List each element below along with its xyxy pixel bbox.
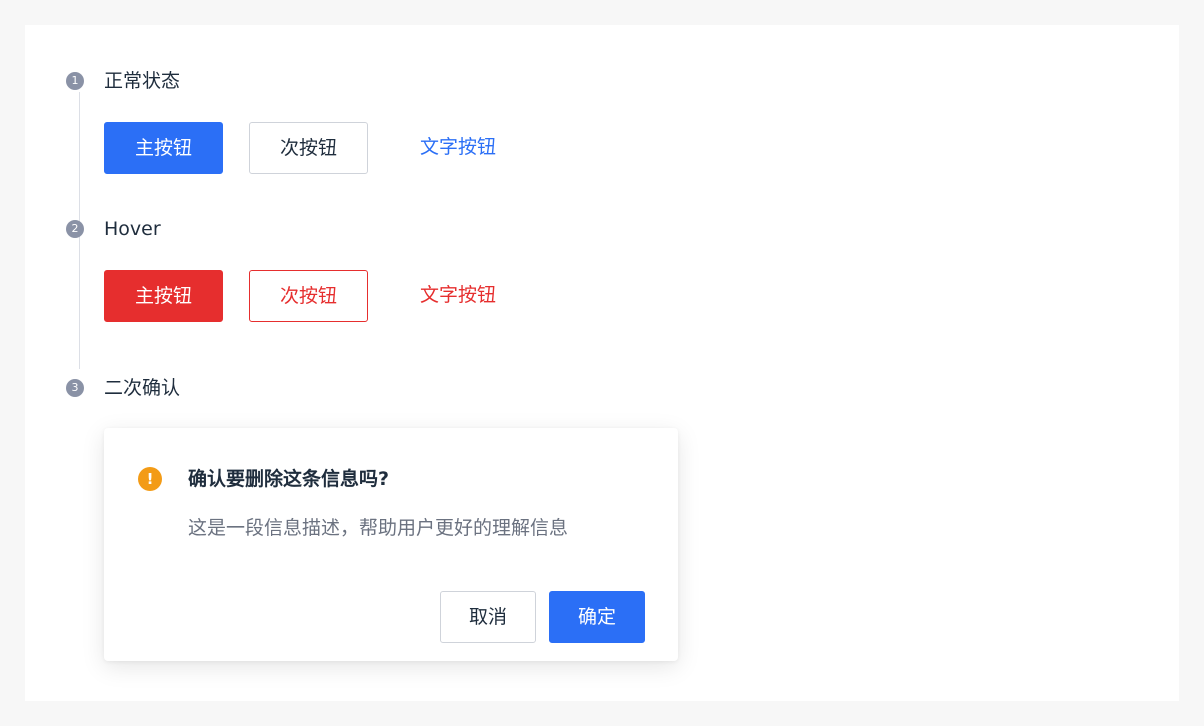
step-3-number-icon: 3 [66, 379, 84, 397]
confirm-button[interactable]: 确定 [549, 591, 645, 643]
secondary-button-normal[interactable]: 次按钮 [249, 122, 368, 174]
text-button-normal[interactable]: 文字按钮 [420, 122, 520, 174]
text-button-hover[interactable]: 文字按钮 [420, 270, 520, 322]
step-2-number-icon: 2 [66, 220, 84, 238]
confirm-dialog: ! 确认要删除这条信息吗? 这是一段信息描述，帮助用户更好的理解信息 取消 确定 [104, 428, 678, 661]
primary-button-hover[interactable]: 主按钮 [104, 270, 223, 322]
step-1-number-icon: 1 [66, 72, 84, 90]
step-2-title: Hover [104, 218, 161, 240]
step-3-title: 二次确认 [104, 377, 181, 399]
dialog-title: 确认要删除这条信息吗? [188, 468, 390, 490]
cancel-button[interactable]: 取消 [440, 591, 536, 643]
exclamation-circle-icon: ! [138, 467, 162, 491]
step-1-title: 正常状态 [104, 70, 181, 92]
dialog-description: 这是一段信息描述，帮助用户更好的理解信息 [188, 517, 569, 539]
secondary-button-hover[interactable]: 次按钮 [249, 270, 368, 322]
primary-button-normal[interactable]: 主按钮 [104, 122, 223, 174]
